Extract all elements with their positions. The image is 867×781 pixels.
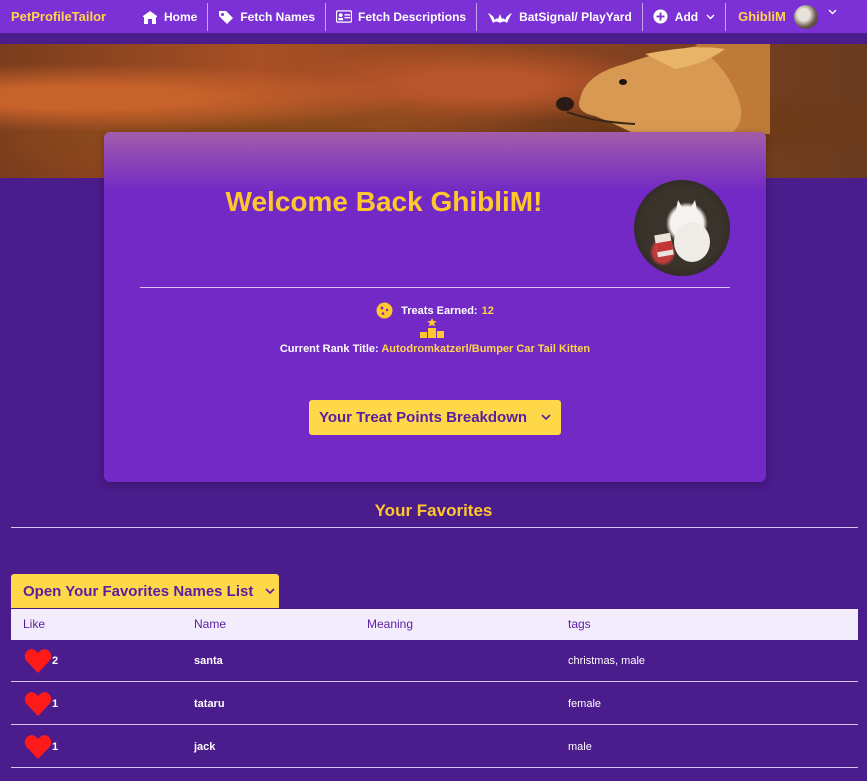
rank-value: Autodromkatzerl/Bumper Car Tail Kitten bbox=[381, 343, 591, 355]
treats-earned: Treats Earned: 12 bbox=[104, 302, 766, 319]
column-header-tags: tags bbox=[568, 617, 591, 631]
table-row: 1 tataru female bbox=[11, 683, 858, 725]
username: GhibliM bbox=[738, 9, 786, 24]
nav-add-menu[interactable]: Add bbox=[643, 0, 725, 33]
heart-icon[interactable] bbox=[24, 691, 52, 717]
heart-icon[interactable] bbox=[24, 648, 52, 674]
tags-cell: male bbox=[568, 741, 592, 753]
nav-add-label: Add bbox=[674, 9, 699, 24]
top-navbar: PetProfileTailor Home Fetch Names Fetch … bbox=[0, 0, 867, 33]
avatar bbox=[793, 4, 818, 29]
nav-batsignal-playyard[interactable]: BatSignal/ PlayYard bbox=[477, 0, 642, 33]
name-cell: santa bbox=[194, 655, 223, 667]
favorites-divider bbox=[11, 527, 858, 528]
profile-picture bbox=[634, 180, 730, 276]
card-divider bbox=[140, 287, 730, 288]
nav-fetch-names-label: Fetch Names bbox=[240, 9, 316, 24]
podium-icon bbox=[420, 318, 444, 338]
treats-value: 12 bbox=[481, 304, 494, 317]
chevron-down-icon bbox=[706, 12, 715, 22]
treats-label: Treats Earned: bbox=[401, 304, 478, 317]
column-header-meaning: Meaning bbox=[367, 617, 414, 631]
favorites-button-label: Open Your Favorites Names List bbox=[23, 582, 254, 600]
chevron-down-icon bbox=[265, 587, 275, 595]
nav-separator bbox=[725, 2, 727, 31]
favorites-heading: Your Favorites bbox=[374, 501, 493, 520]
treat-points-breakdown-button[interactable]: Your Treat Points Breakdown bbox=[309, 400, 561, 435]
name-cell: jack bbox=[194, 741, 216, 753]
tag-icon bbox=[218, 10, 234, 24]
like-count: 1 bbox=[52, 741, 59, 753]
name-cell: tataru bbox=[194, 698, 225, 710]
welcome-heading: Welcome Back GhibliM! bbox=[225, 186, 543, 217]
home-icon bbox=[142, 10, 158, 24]
chevron-down-icon bbox=[541, 414, 551, 421]
table-row: 2 santa christmas, male bbox=[11, 640, 858, 682]
open-favorites-names-button[interactable]: Open Your Favorites Names List bbox=[11, 574, 279, 608]
nav-fetch-descriptions-label: Fetch Descriptions bbox=[358, 9, 467, 24]
plus-circle-icon bbox=[653, 9, 669, 24]
nav-home[interactable]: Home bbox=[132, 0, 207, 33]
dog-image bbox=[556, 44, 770, 134]
tags-cell: female bbox=[568, 698, 602, 710]
cookie-icon bbox=[376, 302, 393, 319]
nav-batsignal-label: BatSignal/ PlayYard bbox=[519, 9, 632, 24]
chevron-down-icon bbox=[828, 7, 837, 17]
nav-home-label: Home bbox=[164, 9, 198, 24]
heart-icon[interactable] bbox=[24, 734, 52, 760]
id-card-icon bbox=[336, 10, 353, 24]
like-count: 2 bbox=[52, 655, 59, 667]
rank-title: Current Rank Title: Autodromkatzerl/Bump… bbox=[104, 343, 766, 355]
like-count: 1 bbox=[52, 698, 59, 710]
nav-fetch-descriptions[interactable]: Fetch Descriptions bbox=[326, 0, 476, 33]
bat-icon bbox=[487, 10, 513, 24]
user-menu[interactable]: GhibliM bbox=[738, 4, 837, 29]
breakdown-button-label: Your Treat Points Breakdown bbox=[318, 409, 528, 426]
nav-fetch-names[interactable]: Fetch Names bbox=[208, 0, 325, 33]
column-header-name: Name bbox=[194, 617, 227, 631]
column-header-like: Like bbox=[23, 617, 46, 631]
favorites-table-header: Like Name Meaning tags bbox=[11, 609, 858, 640]
table-row: 1 jack male bbox=[11, 726, 858, 768]
rank-label: Current Rank Title: bbox=[279, 343, 379, 355]
brand-logo[interactable]: PetProfileTailor bbox=[0, 9, 132, 24]
tags-cell: christmas, male bbox=[568, 655, 646, 667]
profile-card: Welcome Back GhibliM! Treats Earned: 12 … bbox=[104, 132, 766, 482]
